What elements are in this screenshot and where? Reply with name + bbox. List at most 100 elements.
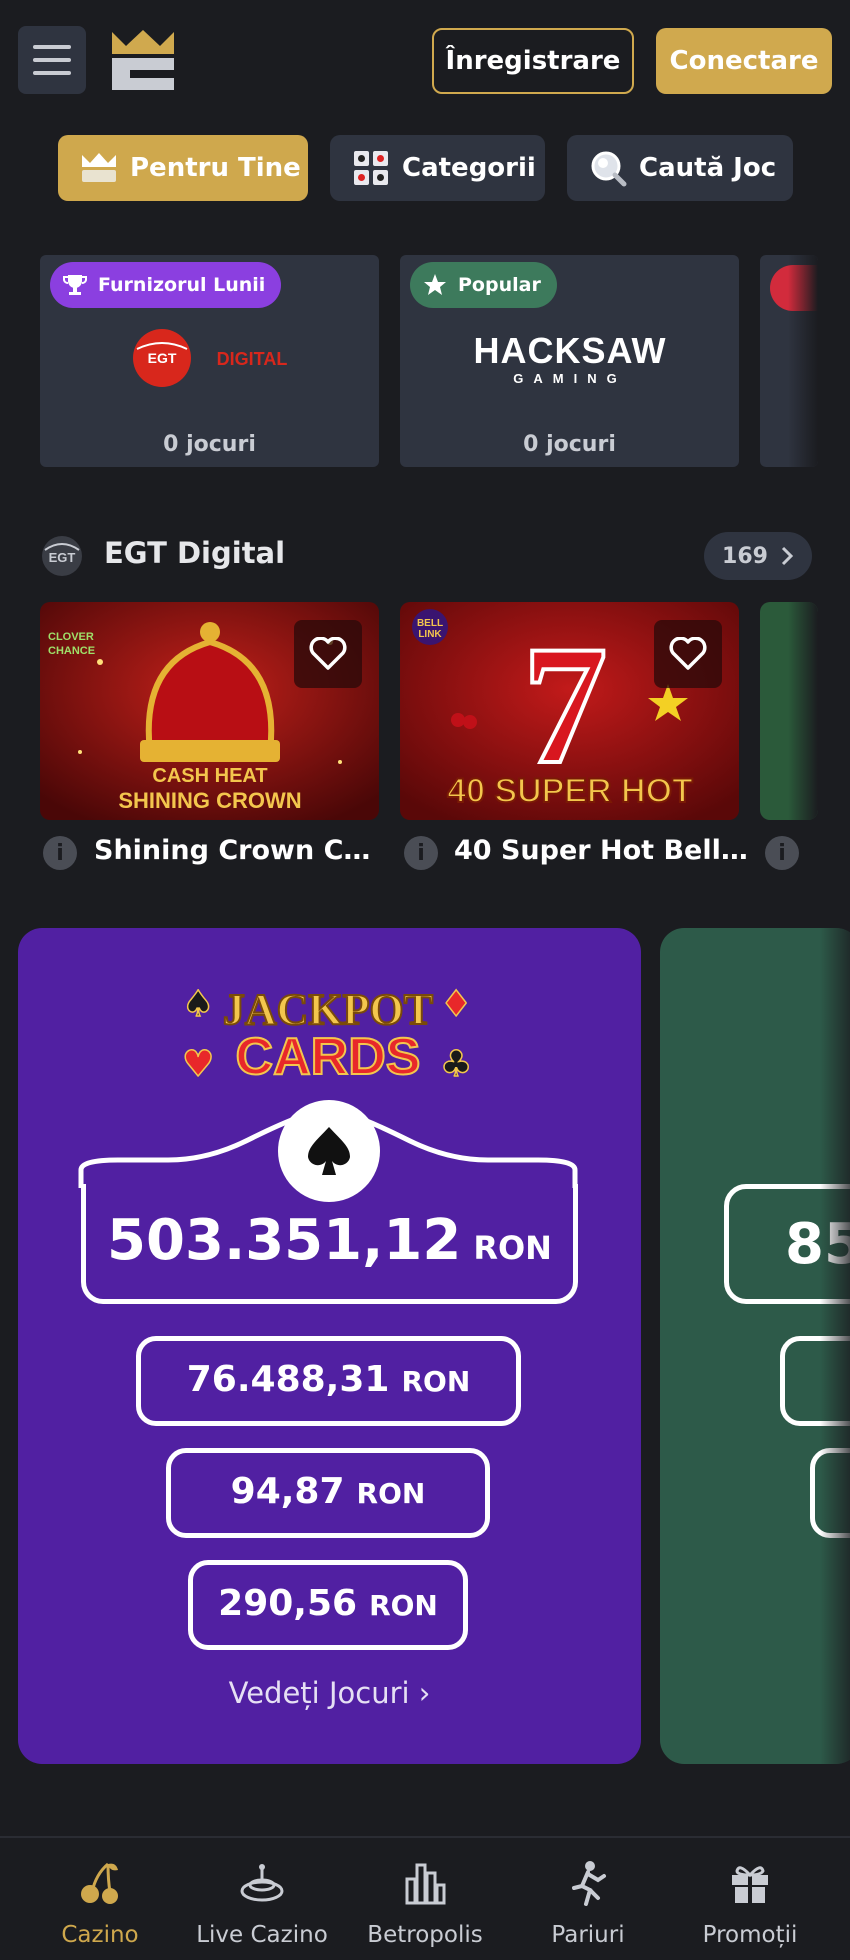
svg-text:CARDS: CARDS [236, 1028, 421, 1086]
nav-label: Promoții [702, 1922, 798, 1948]
crown-icon [80, 149, 118, 187]
egt-digital-logo: EGT DIGITAL [133, 329, 288, 387]
provider-card-egt[interactable]: Furnizorul Lunii EGT DIGITAL 0 jocuri [40, 255, 379, 467]
jackpot-cards-panel[interactable]: JACKPOT CARDS ♠ ♦ ♥ ♣ 503.351,12 RON 76.… [18, 928, 641, 1764]
provider-card-partial[interactable] [760, 255, 818, 467]
hamburger-menu-button[interactable] [18, 26, 86, 94]
svg-text:DIGITAL: DIGITAL [217, 349, 288, 369]
tab-cauta-joc[interactable]: Caută Joc [567, 135, 793, 201]
svg-text:♣: ♣ [440, 1044, 472, 1085]
roulette-icon [237, 1858, 287, 1908]
game-title[interactable]: 40 Super Hot Bell Link [454, 835, 754, 866]
tab-pentru-tine[interactable]: Pentru Tine [58, 135, 308, 201]
menu-line [33, 58, 71, 62]
menu-line [33, 45, 71, 49]
provider-game-count: 0 jocuri [523, 432, 616, 457]
star-icon [422, 272, 448, 298]
section-see-all-button[interactable]: 169 [704, 532, 812, 580]
jackpot-amount: 76.488,31 [186, 1359, 390, 1400]
register-button[interactable]: Înregistrare [432, 28, 634, 94]
category-tabs: Pentru Tine Categorii Caută Joc [0, 125, 850, 220]
jackpot-currency: RON [356, 1477, 426, 1510]
tab-categorii[interactable]: Categorii [330, 135, 545, 201]
nav-promotii[interactable]: Promoții [665, 1838, 835, 1960]
svg-text:JACKPOT: JACKPOT [223, 985, 433, 1034]
jackpot-tier-4: 290,56 RON [188, 1560, 468, 1650]
provider-game-count: 0 jocuri [163, 432, 256, 457]
svg-text:BELL: BELL [417, 618, 443, 629]
search-icon [589, 149, 627, 187]
chevron-right-icon [781, 546, 794, 566]
provider-badge: Furnizorul Lunii [50, 262, 282, 308]
tab-label: Pentru Tine [130, 153, 301, 183]
svg-text:♥: ♥ [182, 1044, 214, 1085]
city-icon [400, 1858, 450, 1908]
provider-card-hacksaw[interactable]: Popular HACKSAW GAMING 0 jocuri [400, 255, 739, 467]
provider-badge-label: Furnizorul Lunii [98, 274, 266, 296]
jackpot-amount: 290,56 [218, 1583, 358, 1624]
nav-betropolis[interactable]: Betropolis [340, 1838, 510, 1960]
egt-provider-icon: EGT [42, 536, 82, 576]
heart-icon [309, 637, 347, 670]
svg-text:7: 7 [523, 611, 608, 799]
cherries-icon [75, 1858, 125, 1908]
tab-label: Caută Joc [639, 153, 777, 183]
svg-text:CASH HEAT: CASH HEAT [152, 765, 267, 787]
fade-overlay [788, 602, 818, 820]
jackpot-currency: RON [401, 1365, 471, 1398]
provider-badge-label: Popular [458, 274, 541, 296]
game-title[interactable]: Shining Crown Cash… [94, 835, 382, 866]
svg-text:CHANCE: CHANCE [48, 645, 95, 657]
spade-icon [308, 1127, 350, 1175]
svg-text:♠: ♠ [182, 984, 214, 1025]
cards-grid-icon [352, 149, 390, 187]
bottom-navigation: Cazino Live Cazino Betropolis Pariuri Pr… [0, 1836, 850, 1960]
jackpot-amount: 94,87 [230, 1471, 345, 1512]
jackpot-tier-2: 76.488,31 RON [136, 1336, 521, 1426]
gift-icon [725, 1858, 775, 1908]
menu-line [33, 71, 71, 75]
nav-pariuri[interactable]: Pariuri [503, 1838, 673, 1960]
nav-cazino[interactable]: Cazino [15, 1838, 185, 1960]
favorite-button[interactable] [654, 620, 722, 688]
favorite-button[interactable] [294, 620, 362, 688]
fade-overlay [820, 928, 850, 1764]
jackpot-amount: 503.351,12 [107, 1208, 462, 1273]
provider-badge: Popular [410, 262, 557, 308]
info-icon[interactable]: i [404, 836, 438, 870]
jackpot-cards-logo: JACKPOT CARDS ♠ ♦ ♥ ♣ [181, 983, 473, 1086]
info-icon[interactable]: i [765, 836, 799, 870]
game-card-40-super-hot[interactable]: BELL LINK 7 40 SUPER HOT [400, 602, 739, 820]
brand-logo[interactable] [108, 28, 178, 94]
nav-label: Live Cazino [196, 1922, 328, 1948]
nav-label: Cazino [61, 1922, 139, 1948]
svg-text:GAMING: GAMING [513, 371, 626, 386]
nav-live-cazino[interactable]: Live Cazino [177, 1838, 347, 1960]
jackpot-tier-3: 94,87 RON [166, 1448, 490, 1538]
section-game-count: 169 [722, 543, 768, 569]
login-button[interactable]: Conectare [656, 28, 832, 94]
fade-overlay [788, 255, 818, 467]
jackpot-tier-major: 503.351,12 RON [81, 1184, 578, 1304]
svg-text:EGT: EGT [148, 350, 177, 366]
section-title: EGT Digital [104, 536, 286, 570]
tab-label: Categorii [402, 153, 536, 183]
svg-text:♦: ♦ [440, 984, 472, 1025]
jackpot-panel-partial[interactable]: 85 [660, 928, 850, 1764]
see-games-link[interactable]: Vedeți Jocuri › [18, 1676, 641, 1710]
svg-text:EGT: EGT [49, 550, 76, 565]
trophy-icon [62, 272, 88, 298]
jackpot-currency: RON [369, 1589, 438, 1622]
svg-text:LINK: LINK [418, 629, 442, 640]
info-icon[interactable]: i [43, 836, 77, 870]
game-card-shining-crown[interactable]: CLOVER CHANCE CASH HEAT SHINING CROWN [40, 602, 379, 820]
player-icon [563, 1858, 613, 1908]
svg-text:HACKSAW: HACKSAW [474, 330, 667, 371]
svg-text:SHINING CROWN: SHINING CROWN [118, 788, 301, 813]
heart-icon [669, 637, 707, 670]
top-header: Înregistrare Conectare [0, 0, 850, 125]
hacksaw-gaming-logo: HACKSAW GAMING [474, 330, 667, 386]
game-card-partial[interactable] [760, 602, 818, 820]
svg-text:40 SUPER HOT: 40 SUPER HOT [447, 772, 693, 810]
svg-text:CLOVER: CLOVER [48, 631, 94, 643]
